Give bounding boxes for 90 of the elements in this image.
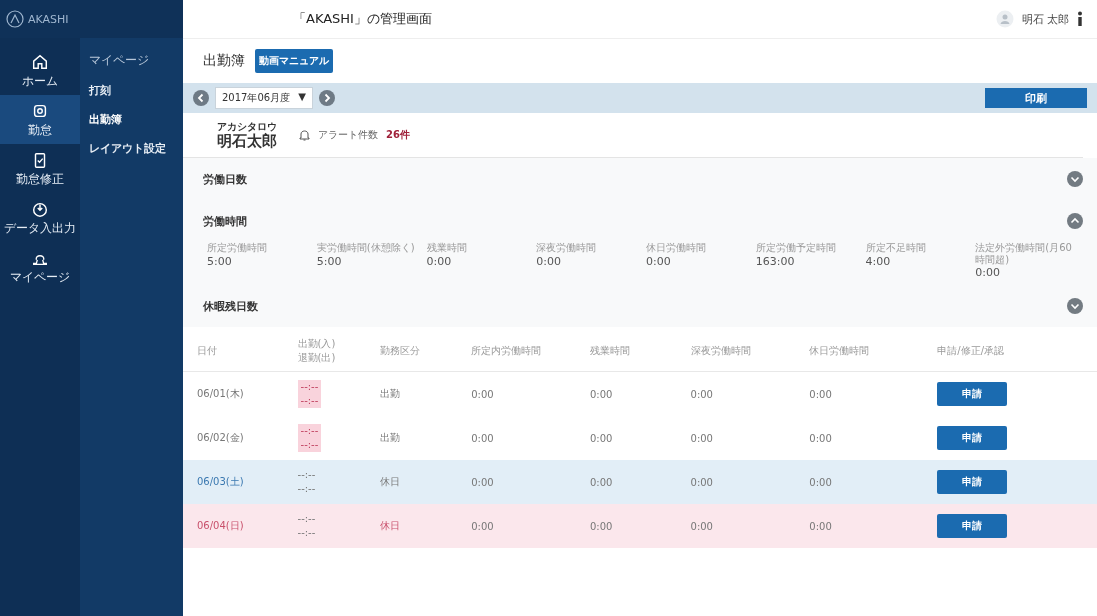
apply-button[interactable]: 申請 [937, 470, 1008, 494]
table-cell: 出勤 [365, 371, 458, 416]
logo-icon [6, 10, 24, 28]
manual-button[interactable]: 動画マニュアル [255, 49, 333, 73]
table-cell: 0:00 [795, 504, 924, 548]
table-cell: 0:00 [676, 504, 796, 548]
stat-label: 所定労働時間 [207, 242, 268, 254]
stat-value: 5:00 [207, 254, 233, 268]
date-cell: 06/03(土) [183, 460, 284, 504]
stat-value: 0:00 [536, 254, 562, 268]
toggle-icon[interactable] [1067, 298, 1083, 314]
nav-rail-item[interactable]: 勤怠修正 [0, 144, 80, 193]
column-header: 休日労働時間 [795, 331, 924, 372]
page-title: 出勤簿 [203, 52, 245, 70]
toggle-icon[interactable] [1067, 213, 1083, 229]
table-cell: 0:00 [676, 460, 796, 504]
table-cell: 0:00 [676, 371, 796, 416]
stat-label: 実労働時間(休憩除く) [316, 242, 416, 254]
gear-icon [31, 102, 49, 120]
table-cell: 0:00 [676, 416, 796, 460]
table-cell: 0:00 [457, 371, 576, 416]
nav-rail-item[interactable]: データ入出力 [0, 193, 80, 242]
caption: 「AKASHI」の管理画面 [293, 10, 432, 28]
section-title: 労働時間 [203, 213, 247, 229]
nav-rail-item[interactable]: 勤怠 [0, 95, 80, 144]
alert-count: 26件 [386, 128, 410, 142]
punch-times: --:-- --:-- [297, 468, 316, 496]
stat-value: 4:00 [865, 254, 892, 268]
more-menu-icon[interactable] [1077, 11, 1083, 27]
table-cell: 休日 [365, 504, 458, 548]
column-header: 所定内労働時間 [457, 331, 576, 372]
submenu-item[interactable]: 打刻 [89, 83, 166, 98]
stat-label: 深夜労働時間 [536, 242, 598, 254]
table-cell: 0:00 [576, 460, 677, 504]
stat-value: 163:00 [755, 254, 796, 268]
table-cell: 休日 [365, 460, 458, 504]
column-header: 勤務区分 [365, 331, 458, 372]
previous-month-icon[interactable] [193, 90, 209, 106]
stat-label: 所定労働予定時間 [755, 242, 837, 254]
apply-button[interactable]: 申請 [937, 382, 1008, 406]
date-cell: 06/04(日) [183, 504, 284, 548]
stat-label: 法定外労働時間(月60時間超) [975, 242, 1073, 265]
logo-text: AKASHI [28, 12, 69, 26]
table-cell: 0:00 [576, 371, 677, 416]
section-title: 休暇残日数 [203, 298, 258, 314]
submenu-item[interactable]: レイアウト設定 [89, 141, 166, 156]
user-name[interactable]: 明石 太郎 [1021, 11, 1069, 27]
column-header: 残業時間 [576, 331, 677, 372]
month-select[interactable]: 2017年06月度 ▼ [215, 87, 313, 109]
table-cell: 0:00 [457, 504, 576, 548]
download-icon [31, 200, 49, 218]
punch-times: --:-- --:-- [297, 424, 322, 452]
stat-value: 0:00 [646, 254, 672, 268]
table-cell: 0:00 [795, 371, 924, 416]
stat-value: 5:00 [316, 254, 343, 268]
date-cell: 06/02(金) [183, 416, 284, 460]
column-header: 日付 [183, 331, 284, 372]
column-header: 申請/修正/承認 [923, 331, 1097, 372]
stat-value: 0:00 [426, 254, 453, 268]
print-button[interactable]: 印刷 [985, 88, 1087, 108]
column-header: 深夜労働時間 [676, 331, 796, 372]
date-cell: 06/01(木) [183, 371, 284, 416]
column-header: 出勤(入) 退勤(出) [283, 331, 366, 372]
table-cell: 0:00 [457, 416, 576, 460]
home-icon [31, 53, 49, 71]
stat-label: 休日労働時間 [646, 242, 707, 254]
bell-icon [299, 129, 310, 141]
apply-button[interactable]: 申請 [937, 426, 1008, 450]
next-month-icon[interactable] [318, 90, 335, 106]
stat-label: 所定不足時間 [865, 242, 927, 254]
punch-times: --:-- --:-- [297, 380, 322, 408]
submenu-heading: マイページ [89, 52, 150, 69]
alert-label: アラート件数 [318, 128, 378, 142]
table-cell: 0:00 [795, 460, 924, 504]
toggle-icon[interactable] [1067, 171, 1083, 187]
table-cell: 0:00 [795, 416, 924, 460]
stat-label: 残業時間 [426, 242, 468, 254]
apply-button[interactable]: 申請 [937, 514, 1008, 538]
table-cell: 0:00 [457, 460, 576, 504]
table-cell: 0:00 [576, 416, 677, 460]
nav-rail-item[interactable]: ホーム [0, 46, 80, 95]
submenu-item[interactable]: 出勤簿 [89, 112, 166, 127]
table-cell: 出勤 [365, 416, 458, 460]
stat-value: 0:00 [975, 266, 1001, 279]
punch-times: --:-- --:-- [297, 512, 316, 540]
name-reading: アカシタロウ [217, 120, 277, 133]
table-cell: 0:00 [576, 504, 677, 548]
employee-name: 明石太郎 [217, 134, 277, 150]
nav-rail-item[interactable]: マイページ [0, 242, 80, 291]
section-title: 労働日数 [203, 171, 247, 187]
